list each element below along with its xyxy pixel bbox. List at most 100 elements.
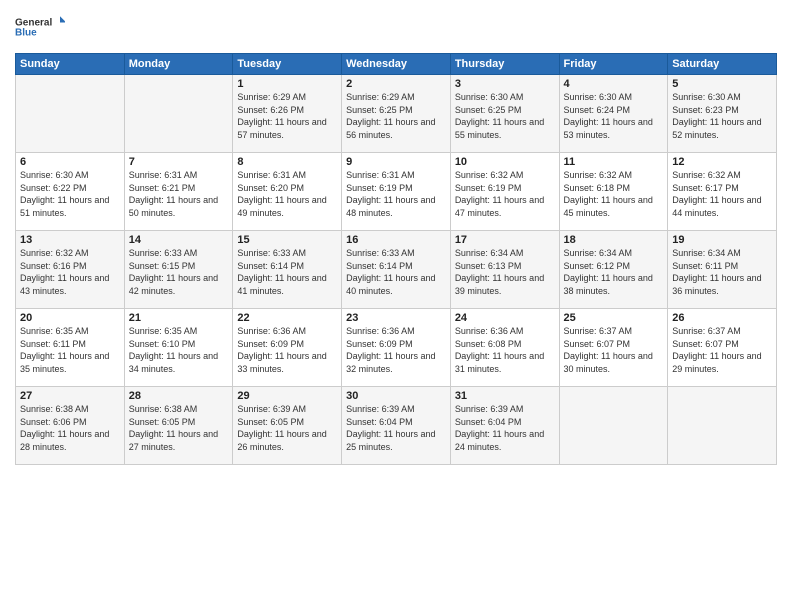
calendar-cell bbox=[668, 387, 777, 465]
day-info: Sunrise: 6:32 AM Sunset: 6:17 PM Dayligh… bbox=[672, 169, 772, 219]
day-number: 8 bbox=[237, 156, 337, 168]
calendar-cell: 20Sunrise: 6:35 AM Sunset: 6:11 PM Dayli… bbox=[16, 309, 125, 387]
day-number: 5 bbox=[672, 78, 772, 90]
calendar-cell: 4Sunrise: 6:30 AM Sunset: 6:24 PM Daylig… bbox=[559, 75, 668, 153]
calendar-cell: 23Sunrise: 6:36 AM Sunset: 6:09 PM Dayli… bbox=[342, 309, 451, 387]
day-number: 2 bbox=[346, 78, 446, 90]
day-info: Sunrise: 6:39 AM Sunset: 6:04 PM Dayligh… bbox=[455, 403, 555, 453]
calendar-body: 1Sunrise: 6:29 AM Sunset: 6:26 PM Daylig… bbox=[16, 75, 777, 465]
weekday-friday: Friday bbox=[559, 54, 668, 75]
day-number: 15 bbox=[237, 234, 337, 246]
weekday-wednesday: Wednesday bbox=[342, 54, 451, 75]
weekday-thursday: Thursday bbox=[450, 54, 559, 75]
day-info: Sunrise: 6:34 AM Sunset: 6:11 PM Dayligh… bbox=[672, 247, 772, 297]
day-number: 6 bbox=[20, 156, 120, 168]
day-number: 13 bbox=[20, 234, 120, 246]
week-row-1: 6Sunrise: 6:30 AM Sunset: 6:22 PM Daylig… bbox=[16, 153, 777, 231]
day-number: 7 bbox=[129, 156, 229, 168]
day-number: 25 bbox=[564, 312, 664, 324]
day-number: 9 bbox=[346, 156, 446, 168]
day-info: Sunrise: 6:30 AM Sunset: 6:24 PM Dayligh… bbox=[564, 91, 664, 141]
day-number: 29 bbox=[237, 390, 337, 402]
day-number: 22 bbox=[237, 312, 337, 324]
page-container: General Blue SundayMondayTuesdayWednesda… bbox=[0, 0, 792, 470]
calendar-cell: 28Sunrise: 6:38 AM Sunset: 6:05 PM Dayli… bbox=[124, 387, 233, 465]
weekday-sunday: Sunday bbox=[16, 54, 125, 75]
day-number: 10 bbox=[455, 156, 555, 168]
day-number: 28 bbox=[129, 390, 229, 402]
day-info: Sunrise: 6:33 AM Sunset: 6:15 PM Dayligh… bbox=[129, 247, 229, 297]
day-info: Sunrise: 6:34 AM Sunset: 6:12 PM Dayligh… bbox=[564, 247, 664, 297]
day-info: Sunrise: 6:34 AM Sunset: 6:13 PM Dayligh… bbox=[455, 247, 555, 297]
calendar-cell: 3Sunrise: 6:30 AM Sunset: 6:25 PM Daylig… bbox=[450, 75, 559, 153]
calendar-cell bbox=[124, 75, 233, 153]
weekday-saturday: Saturday bbox=[668, 54, 777, 75]
day-number: 4 bbox=[564, 78, 664, 90]
svg-text:Blue: Blue bbox=[15, 28, 37, 39]
week-row-4: 27Sunrise: 6:38 AM Sunset: 6:06 PM Dayli… bbox=[16, 387, 777, 465]
weekday-tuesday: Tuesday bbox=[233, 54, 342, 75]
day-info: Sunrise: 6:33 AM Sunset: 6:14 PM Dayligh… bbox=[237, 247, 337, 297]
weekday-header-row: SundayMondayTuesdayWednesdayThursdayFrid… bbox=[16, 54, 777, 75]
day-info: Sunrise: 6:29 AM Sunset: 6:26 PM Dayligh… bbox=[237, 91, 337, 141]
day-info: Sunrise: 6:30 AM Sunset: 6:22 PM Dayligh… bbox=[20, 169, 120, 219]
day-info: Sunrise: 6:37 AM Sunset: 6:07 PM Dayligh… bbox=[672, 325, 772, 375]
calendar-cell: 5Sunrise: 6:30 AM Sunset: 6:23 PM Daylig… bbox=[668, 75, 777, 153]
day-info: Sunrise: 6:33 AM Sunset: 6:14 PM Dayligh… bbox=[346, 247, 446, 297]
day-number: 20 bbox=[20, 312, 120, 324]
calendar-cell: 24Sunrise: 6:36 AM Sunset: 6:08 PM Dayli… bbox=[450, 309, 559, 387]
calendar-cell: 6Sunrise: 6:30 AM Sunset: 6:22 PM Daylig… bbox=[16, 153, 125, 231]
calendar-cell: 8Sunrise: 6:31 AM Sunset: 6:20 PM Daylig… bbox=[233, 153, 342, 231]
calendar-table: SundayMondayTuesdayWednesdayThursdayFrid… bbox=[15, 53, 777, 465]
calendar-cell: 25Sunrise: 6:37 AM Sunset: 6:07 PM Dayli… bbox=[559, 309, 668, 387]
day-info: Sunrise: 6:31 AM Sunset: 6:21 PM Dayligh… bbox=[129, 169, 229, 219]
calendar-cell: 21Sunrise: 6:35 AM Sunset: 6:10 PM Dayli… bbox=[124, 309, 233, 387]
day-number: 27 bbox=[20, 390, 120, 402]
svg-text:General: General bbox=[15, 18, 52, 29]
day-info: Sunrise: 6:32 AM Sunset: 6:16 PM Dayligh… bbox=[20, 247, 120, 297]
calendar-cell: 7Sunrise: 6:31 AM Sunset: 6:21 PM Daylig… bbox=[124, 153, 233, 231]
day-number: 12 bbox=[672, 156, 772, 168]
calendar-cell bbox=[16, 75, 125, 153]
calendar-cell: 15Sunrise: 6:33 AM Sunset: 6:14 PM Dayli… bbox=[233, 231, 342, 309]
calendar-cell: 9Sunrise: 6:31 AM Sunset: 6:19 PM Daylig… bbox=[342, 153, 451, 231]
day-info: Sunrise: 6:30 AM Sunset: 6:23 PM Dayligh… bbox=[672, 91, 772, 141]
calendar-cell: 16Sunrise: 6:33 AM Sunset: 6:14 PM Dayli… bbox=[342, 231, 451, 309]
day-info: Sunrise: 6:32 AM Sunset: 6:18 PM Dayligh… bbox=[564, 169, 664, 219]
calendar-cell: 30Sunrise: 6:39 AM Sunset: 6:04 PM Dayli… bbox=[342, 387, 451, 465]
calendar-cell: 19Sunrise: 6:34 AM Sunset: 6:11 PM Dayli… bbox=[668, 231, 777, 309]
day-info: Sunrise: 6:36 AM Sunset: 6:08 PM Dayligh… bbox=[455, 325, 555, 375]
day-info: Sunrise: 6:32 AM Sunset: 6:19 PM Dayligh… bbox=[455, 169, 555, 219]
calendar-cell: 22Sunrise: 6:36 AM Sunset: 6:09 PM Dayli… bbox=[233, 309, 342, 387]
calendar-cell: 31Sunrise: 6:39 AM Sunset: 6:04 PM Dayli… bbox=[450, 387, 559, 465]
calendar-cell: 27Sunrise: 6:38 AM Sunset: 6:06 PM Dayli… bbox=[16, 387, 125, 465]
day-number: 26 bbox=[672, 312, 772, 324]
day-info: Sunrise: 6:29 AM Sunset: 6:25 PM Dayligh… bbox=[346, 91, 446, 141]
calendar-cell: 29Sunrise: 6:39 AM Sunset: 6:05 PM Dayli… bbox=[233, 387, 342, 465]
day-info: Sunrise: 6:36 AM Sunset: 6:09 PM Dayligh… bbox=[237, 325, 337, 375]
calendar-cell: 10Sunrise: 6:32 AM Sunset: 6:19 PM Dayli… bbox=[450, 153, 559, 231]
calendar-cell: 17Sunrise: 6:34 AM Sunset: 6:13 PM Dayli… bbox=[450, 231, 559, 309]
day-info: Sunrise: 6:38 AM Sunset: 6:06 PM Dayligh… bbox=[20, 403, 120, 453]
calendar-cell: 2Sunrise: 6:29 AM Sunset: 6:25 PM Daylig… bbox=[342, 75, 451, 153]
day-number: 16 bbox=[346, 234, 446, 246]
logo-svg: General Blue bbox=[15, 10, 65, 45]
week-row-2: 13Sunrise: 6:32 AM Sunset: 6:16 PM Dayli… bbox=[16, 231, 777, 309]
day-info: Sunrise: 6:35 AM Sunset: 6:11 PM Dayligh… bbox=[20, 325, 120, 375]
day-number: 31 bbox=[455, 390, 555, 402]
day-info: Sunrise: 6:38 AM Sunset: 6:05 PM Dayligh… bbox=[129, 403, 229, 453]
day-number: 17 bbox=[455, 234, 555, 246]
day-number: 23 bbox=[346, 312, 446, 324]
day-number: 11 bbox=[564, 156, 664, 168]
week-row-3: 20Sunrise: 6:35 AM Sunset: 6:11 PM Dayli… bbox=[16, 309, 777, 387]
day-info: Sunrise: 6:31 AM Sunset: 6:20 PM Dayligh… bbox=[237, 169, 337, 219]
calendar-cell: 18Sunrise: 6:34 AM Sunset: 6:12 PM Dayli… bbox=[559, 231, 668, 309]
week-row-0: 1Sunrise: 6:29 AM Sunset: 6:26 PM Daylig… bbox=[16, 75, 777, 153]
day-number: 1 bbox=[237, 78, 337, 90]
calendar-cell: 12Sunrise: 6:32 AM Sunset: 6:17 PM Dayli… bbox=[668, 153, 777, 231]
calendar-cell: 11Sunrise: 6:32 AM Sunset: 6:18 PM Dayli… bbox=[559, 153, 668, 231]
calendar-cell: 1Sunrise: 6:29 AM Sunset: 6:26 PM Daylig… bbox=[233, 75, 342, 153]
day-info: Sunrise: 6:39 AM Sunset: 6:05 PM Dayligh… bbox=[237, 403, 337, 453]
day-number: 14 bbox=[129, 234, 229, 246]
calendar-cell: 13Sunrise: 6:32 AM Sunset: 6:16 PM Dayli… bbox=[16, 231, 125, 309]
